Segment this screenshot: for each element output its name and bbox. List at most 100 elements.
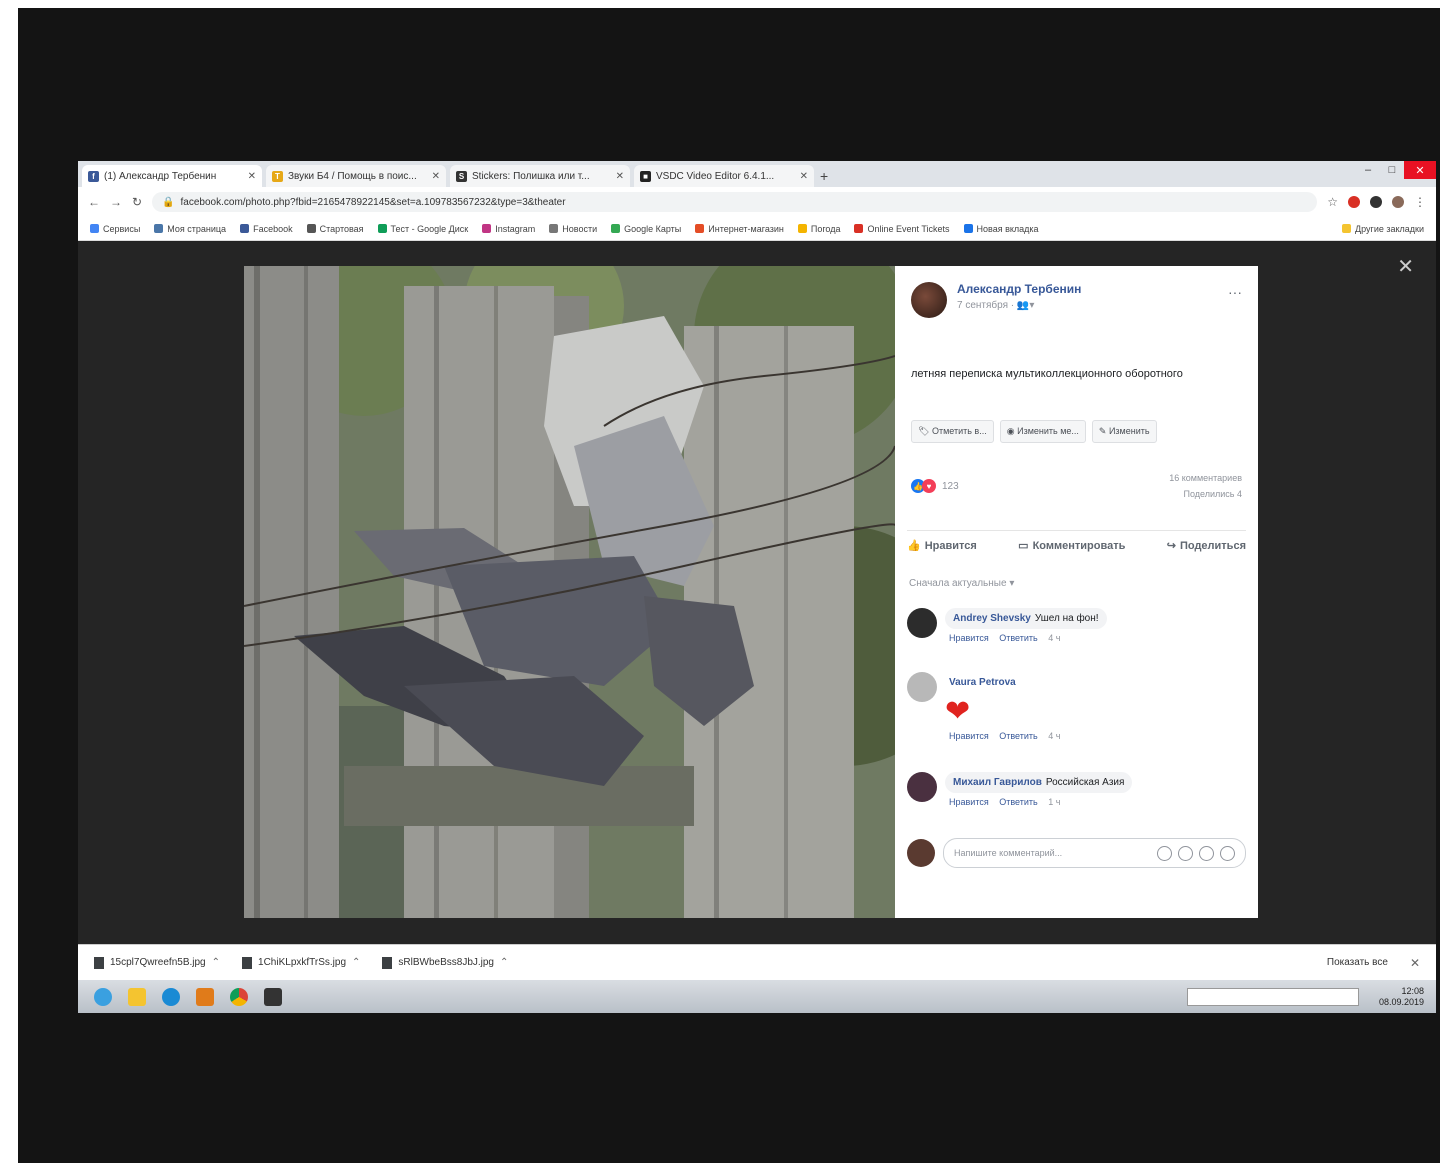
- tab-title: (1) Александр Тербенин: [104, 170, 217, 182]
- like-button[interactable]: 👍 Нравится: [907, 539, 977, 553]
- avatar: [907, 839, 935, 867]
- url-field[interactable]: 🔒 facebook.com/photo.php?fbid=2165478922…: [152, 192, 1318, 212]
- comment-input[interactable]: Напишите комментарий...: [943, 838, 1246, 868]
- comment: Михаил Гаврилов Российская Азия Нравится …: [907, 772, 1246, 807]
- heart-sticker-icon: ❤: [945, 695, 971, 728]
- profile-avatar-icon[interactable]: [1392, 196, 1404, 208]
- post-stats: 16 комментариев Поделились 4: [1169, 470, 1242, 502]
- tab-close-icon[interactable]: ✕: [248, 171, 256, 182]
- forward-icon[interactable]: →: [110, 195, 122, 209]
- download-item[interactable]: sRlBWbeBss8JbJ.jpg ⌃: [382, 956, 508, 969]
- add-location-button[interactable]: ◉ Изменить ме...: [999, 420, 1086, 443]
- chrome-button[interactable]: [226, 985, 252, 1009]
- address-bar-row: ← → ↻ 🔒 facebook.com/photo.php?fbid=2165…: [78, 187, 1436, 217]
- extension-icon[interactable]: [1370, 196, 1382, 208]
- comment-reply-link[interactable]: Ответить: [999, 731, 1037, 741]
- maximize-icon[interactable]: □: [1380, 161, 1404, 179]
- tab-close-icon[interactable]: ✕: [616, 171, 624, 182]
- love-reaction-icon[interactable]: ♥: [922, 479, 936, 493]
- bookmark-item[interactable]: Google Карты: [611, 224, 681, 234]
- comment-reply-link[interactable]: Ответить: [999, 633, 1037, 643]
- bookmark-item[interactable]: Сервисы: [90, 224, 140, 234]
- comment-placeholder: Напишите комментарий...: [954, 848, 1063, 858]
- avatar[interactable]: [907, 672, 937, 702]
- facebook-favicon-icon: f: [88, 170, 99, 182]
- comment-button[interactable]: ▭ Комментировать: [1018, 539, 1125, 553]
- close-icon[interactable]: ✕: [1397, 254, 1414, 279]
- extension-icon[interactable]: [1348, 196, 1360, 208]
- bookmark-item[interactable]: Тест - Google Диск: [377, 224, 468, 234]
- close-icon[interactable]: ✕: [1410, 956, 1420, 970]
- comment-reply-link[interactable]: Ответить: [999, 797, 1037, 807]
- comment-like-link[interactable]: Нравится: [949, 633, 989, 643]
- camera-icon[interactable]: [1178, 845, 1193, 861]
- avatar[interactable]: [907, 772, 937, 802]
- bookmark-item[interactable]: Интернет-магазин: [695, 224, 784, 234]
- photo[interactable]: [244, 266, 895, 918]
- tab-close-icon[interactable]: ✕: [800, 171, 808, 182]
- chevron-up-icon[interactable]: ⌃: [500, 957, 508, 968]
- reactions-count[interactable]: 123: [942, 481, 959, 492]
- other-bookmarks[interactable]: Другие закладки: [1342, 224, 1424, 234]
- start-button[interactable]: [90, 985, 116, 1009]
- more-options-icon[interactable]: ···: [1228, 284, 1242, 300]
- chevron-up-icon[interactable]: ⌃: [352, 957, 360, 968]
- tab-favicon-icon: T: [272, 170, 283, 182]
- tab-close-icon[interactable]: ✕: [432, 171, 440, 182]
- taskbar-search-field[interactable]: [1186, 987, 1359, 1006]
- bookmark-item[interactable]: Instagram: [482, 224, 535, 234]
- comment-sort-dropdown[interactable]: Сначала актуальные ▾: [909, 578, 1014, 589]
- edit-button[interactable]: ✎ Изменить: [1091, 420, 1157, 443]
- explorer-button[interactable]: [124, 985, 150, 1009]
- tab-favicon-icon: S: [456, 170, 467, 182]
- bookmark-item[interactable]: Facebook: [240, 224, 293, 234]
- tab-zvuki[interactable]: T Звуки Б4 / Помощь в поис... ✕: [266, 165, 446, 187]
- bookmarks-bar: Сервисы Моя страница Facebook Стартовая …: [78, 217, 1436, 241]
- file-icon: [242, 956, 253, 969]
- chevron-up-icon[interactable]: ⌃: [212, 957, 220, 968]
- comment-time: 4 ч: [1048, 633, 1061, 643]
- comment-like-link[interactable]: Нравится: [949, 731, 989, 741]
- ie-button[interactable]: [158, 985, 184, 1009]
- drive-icon: [377, 224, 387, 233]
- minimize-icon[interactable]: –: [1356, 161, 1380, 179]
- show-all-downloads-link[interactable]: Показать все: [1327, 957, 1388, 968]
- recorder-icon: [264, 987, 282, 1006]
- clock[interactable]: 12:08 08.09.2019: [1379, 986, 1424, 1008]
- bookmark-item[interactable]: Моя страница: [154, 224, 226, 234]
- share-button[interactable]: ↪ Поделиться: [1167, 539, 1246, 553]
- gif-icon[interactable]: [1199, 845, 1214, 861]
- avatar[interactable]: [911, 282, 947, 318]
- sticker-icon[interactable]: [1220, 845, 1235, 861]
- download-item[interactable]: 1ChiKLpxkfTrSs.jpg ⌃: [242, 956, 360, 969]
- window-close-icon[interactable]: ✕: [1404, 161, 1436, 179]
- tab-facebook[interactable]: f (1) Александр Тербенин ✕: [82, 165, 262, 187]
- comment-author[interactable]: Михаил Гаврилов: [953, 777, 1042, 788]
- back-icon[interactable]: ←: [88, 195, 100, 209]
- url-text: facebook.com/photo.php?fbid=216547892214…: [180, 196, 566, 208]
- comment-author[interactable]: Vaura Petrova: [949, 677, 1016, 688]
- bookmark-item[interactable]: Online Event Tickets: [854, 224, 950, 234]
- bookmark-item[interactable]: Стартовая: [306, 224, 364, 234]
- bookmark-item[interactable]: Новости: [549, 224, 597, 234]
- tab-vsdc[interactable]: ■ VSDC Video Editor 6.4.1... ✕: [634, 165, 814, 187]
- bookmark-star-icon[interactable]: ☆: [1327, 195, 1338, 209]
- comment-author[interactable]: Andrey Shevsky: [953, 613, 1031, 624]
- comments-count[interactable]: 16 комментариев: [1169, 470, 1242, 486]
- avatar[interactable]: [907, 608, 937, 638]
- bookmark-item[interactable]: Погода: [797, 224, 840, 234]
- recorder-button[interactable]: [260, 985, 286, 1009]
- shares-count[interactable]: Поделились 4: [1169, 486, 1243, 502]
- download-item[interactable]: 15cpl7Qwreefn5B.jpg ⌃: [94, 956, 220, 969]
- tab-stickers[interactable]: S Stickers: Полишка или т... ✕: [450, 165, 630, 187]
- menu-kebab-icon[interactable]: ⋮: [1414, 195, 1426, 209]
- tag-photo-button[interactable]: 🏷 Отметить в...: [911, 420, 994, 443]
- fence-photo-image: [244, 266, 895, 918]
- comment-like-link[interactable]: Нравится: [949, 797, 989, 807]
- bookmark-item[interactable]: Новая вкладка: [963, 224, 1039, 234]
- author-name[interactable]: Александр Тербенин: [957, 282, 1081, 296]
- emoji-icon[interactable]: [1157, 845, 1172, 861]
- reload-icon[interactable]: ↻: [132, 195, 142, 209]
- media-button[interactable]: [192, 985, 218, 1009]
- new-tab-button[interactable]: +: [820, 165, 828, 187]
